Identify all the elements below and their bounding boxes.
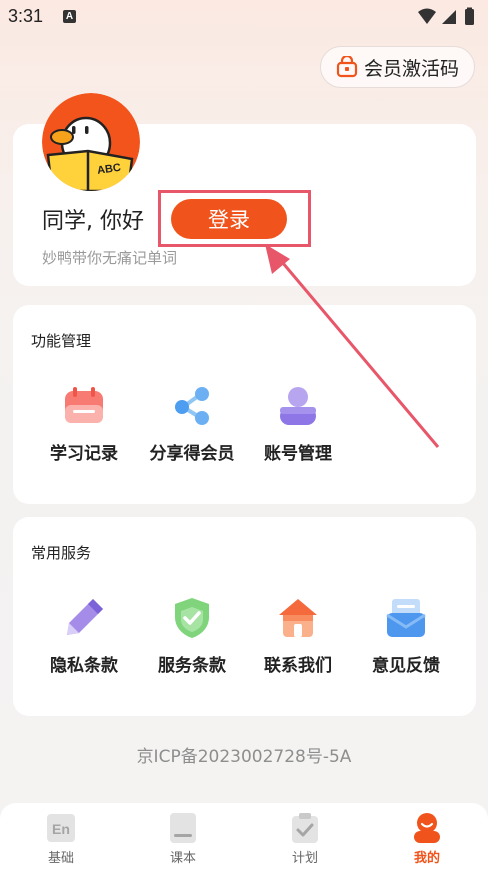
feedback-item[interactable]: 意见反馈 xyxy=(351,595,461,676)
grid-label: 意见反馈 xyxy=(372,656,440,676)
service-terms-item[interactable]: 服务条款 xyxy=(137,595,247,676)
status-time: 3:31 xyxy=(8,6,44,26)
calendar-icon xyxy=(65,387,103,423)
profile-subtitle: 妙鸭带你无痛记单词 xyxy=(42,249,178,267)
icp-record: 京ICP备2023002728号-5A xyxy=(136,747,352,767)
grid-label: 联系我们 xyxy=(264,656,332,676)
grid-label: 分享得会员 xyxy=(149,444,235,464)
mail-icon xyxy=(386,599,426,637)
greeting-text: 同学, 你好 xyxy=(42,209,144,234)
function-card: 功能管理 学习记录 分享得会员 账号管理 xyxy=(13,305,476,504)
grid-label: 隐私条款 xyxy=(50,656,118,676)
nav-item-textbook[interactable]: 课本 xyxy=(122,803,244,869)
nav-label: 我的 xyxy=(413,851,440,866)
signal-icon xyxy=(442,10,456,24)
nav-label: 基础 xyxy=(47,851,74,866)
svg-text:En: En xyxy=(52,821,70,837)
grid-label: 学习记录 xyxy=(50,444,118,464)
avatar[interactable]: ABC xyxy=(42,93,140,191)
account-manage-item[interactable]: 账号管理 xyxy=(243,383,353,464)
status-bar: 3:31 A xyxy=(0,0,488,34)
nav-item-basics[interactable]: En 基础 xyxy=(0,803,122,869)
grid-label: 服务条款 xyxy=(158,656,226,676)
share-icon xyxy=(175,387,209,425)
bottom-nav: En 基础 课本 计划 我的 xyxy=(0,803,488,869)
status-icons xyxy=(418,7,474,25)
function-section-title: 功能管理 xyxy=(31,332,92,350)
service-card: 常用服务 隐私条款 服务条款 联系我们 意见反馈 xyxy=(13,517,476,716)
vip-code-label: 会员激活码 xyxy=(363,57,459,80)
privacy-terms-item[interactable]: 隐私条款 xyxy=(29,595,139,676)
notification-a-icon: A xyxy=(63,10,76,23)
vip-code-button[interactable]: 会员激活码 xyxy=(320,46,475,88)
duck-mascot-icon: ABC xyxy=(42,93,140,191)
house-icon xyxy=(279,599,317,637)
profile-icon xyxy=(414,813,440,843)
highlight-box xyxy=(158,190,311,247)
nav-item-mine[interactable]: 我的 xyxy=(366,803,488,869)
nav-label: 课本 xyxy=(169,851,196,866)
shield-check-icon xyxy=(175,598,209,638)
battery-icon xyxy=(465,9,474,25)
pencil-icon xyxy=(67,599,103,635)
wifi-icon xyxy=(418,8,436,24)
en-icon: En xyxy=(47,814,75,842)
clipboard-icon xyxy=(292,813,318,843)
user-icon xyxy=(280,387,316,425)
contact-us-item[interactable]: 联系我们 xyxy=(243,595,353,676)
lock-bag-icon xyxy=(336,56,358,78)
study-record-item[interactable]: 学习记录 xyxy=(29,383,139,464)
book-icon xyxy=(170,813,196,843)
nav-label: 计划 xyxy=(291,851,318,866)
share-vip-item[interactable]: 分享得会员 xyxy=(137,383,247,464)
service-section-title: 常用服务 xyxy=(31,544,92,562)
nav-item-plan[interactable]: 计划 xyxy=(244,803,366,869)
grid-label: 账号管理 xyxy=(264,444,332,464)
